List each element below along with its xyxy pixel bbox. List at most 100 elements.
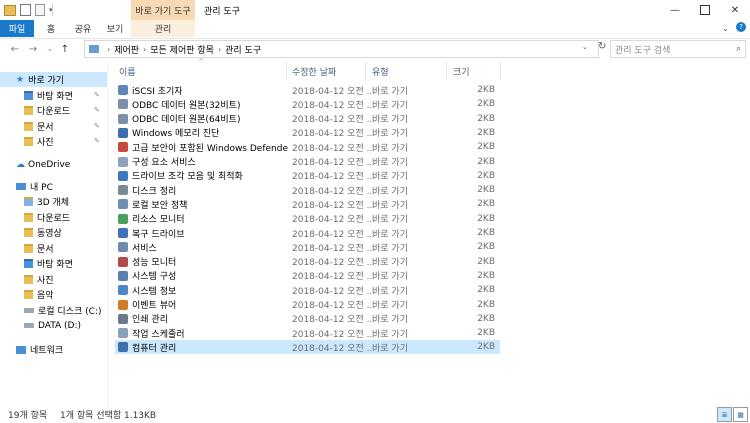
file-type: 바로 가기 — [372, 301, 408, 311]
address-bar[interactable]: › 제어판 › 모든 제어판 항목 › 관리 도구 — [84, 40, 599, 58]
file-row[interactable]: iSCSI 초기자 2018-04-12 오전 ... 바로 가기 2KB — [115, 83, 500, 97]
file-row[interactable]: 작업 스케줄러 2018-04-12 오전 ... 바로 가기 2KB — [115, 326, 500, 340]
column-header-size[interactable]: 크기 — [447, 62, 501, 80]
search-input[interactable]: 관리 도구 검색 — [615, 43, 736, 56]
nav-pc-pictures[interactable]: 사진 — [24, 272, 54, 287]
nav-quick-access[interactable]: ★ 바로 가기 — [0, 72, 107, 87]
nav-quick-pictures[interactable]: 사진 — [24, 134, 54, 149]
column-header-name[interactable]: 이름 — [116, 62, 287, 80]
breadcrumb-all-items[interactable]: 모든 제어판 항목 — [150, 43, 214, 56]
file-row[interactable]: 고급 보안이 포함된 Windows Defender ... 2018-04-1… — [115, 140, 500, 154]
file-date: 2018-04-12 오전 ... — [292, 258, 376, 269]
3d-objects-icon — [24, 197, 33, 206]
nav-network[interactable]: 네트워크 — [16, 342, 63, 357]
file-row[interactable]: 리소스 모니터 2018-04-12 오전 ... 바로 가기 2KB — [115, 212, 500, 226]
nav-pc-drive-c[interactable]: 로컬 디스크 (C:) — [24, 303, 101, 318]
shortcut-icon — [118, 256, 128, 267]
address-dropdown-icon[interactable]: ⌄ — [582, 43, 588, 51]
details-view-button[interactable]: ≣ — [717, 407, 732, 422]
nav-pc-music[interactable]: 음악 — [24, 287, 54, 302]
file-size: 2KB — [477, 228, 495, 238]
tab-manage[interactable]: 관리 — [151, 20, 175, 37]
search-box[interactable]: 관리 도구 검색 ⌕ — [610, 40, 746, 58]
drive-icon — [24, 308, 34, 313]
file-type: 바로 가기 — [372, 272, 408, 283]
pin-icon: ✎ — [94, 137, 100, 145]
file-date: 2018-04-12 오전 ... — [292, 315, 376, 326]
pin-icon: ✎ — [94, 91, 100, 99]
forward-button[interactable]: → — [26, 42, 40, 56]
nav-pc-videos[interactable]: 동영상 — [24, 225, 62, 240]
breadcrumb-admin-tools[interactable]: 관리 도구 — [225, 43, 261, 56]
file-row[interactable]: 컴퓨터 관리 2018-04-12 오전 ... 바로 가기 2KB — [115, 340, 500, 355]
file-size: 2KB — [477, 270, 495, 281]
file-type: 바로 가기 — [372, 215, 408, 226]
file-row[interactable]: ODBC 데이터 원본(32비트) 2018-04-12 오전 ... 바로 가기 2… — [115, 97, 500, 111]
nav-pc-drive-d[interactable]: DATA (D:) — [24, 318, 81, 333]
minimize-button[interactable]: — — [660, 0, 690, 20]
pane-divider[interactable] — [107, 62, 108, 406]
tab-home[interactable]: 홈 — [42, 20, 60, 37]
file-size: 2KB — [477, 156, 495, 167]
file-row[interactable]: 로컬 보안 정책 2018-04-12 오전 ... 바로 가기 2KB — [115, 197, 500, 211]
file-row[interactable]: 시스템 구성 2018-04-12 오전 ... 바로 가기 2KB — [115, 269, 500, 283]
nav-quick-desktop[interactable]: 바탕 화면 — [24, 88, 73, 103]
file-row[interactable]: 서비스 2018-04-12 오전 ... 바로 가기 2KB — [115, 240, 500, 254]
up-button[interactable]: ↑ — [58, 42, 72, 56]
explorer-icon[interactable] — [4, 4, 16, 16]
quick-access-toolbar: ▾ — [4, 4, 53, 16]
properties-icon[interactable] — [20, 4, 31, 16]
back-button[interactable]: ← — [8, 42, 22, 56]
file-size: 2KB — [477, 299, 495, 310]
file-row[interactable]: 시스템 정보 2018-04-12 오전 ... 바로 가기 2KB — [115, 283, 500, 297]
nav-quick-downloads[interactable]: 다운로드 — [24, 103, 70, 118]
nav-pc-desktop[interactable]: 바탕 화면 — [24, 256, 73, 271]
ribbon-expand-icon[interactable]: ⌄ — [722, 24, 729, 33]
tab-share[interactable]: 공유 — [72, 20, 94, 37]
tab-view[interactable]: 보기 — [104, 20, 126, 37]
download-folder-icon — [24, 106, 33, 115]
file-row[interactable]: 드라이브 조각 모음 및 최적화 2018-04-12 오전 ... 바로 가기 2K… — [115, 169, 500, 183]
nav-this-pc[interactable]: 내 PC — [16, 179, 53, 194]
large-icons-view-button[interactable]: ▦ — [733, 407, 748, 422]
file-row[interactable]: 인쇄 관리 2018-04-12 오전 ... 바로 가기 2KB — [115, 312, 500, 326]
help-icon[interactable]: ? — [736, 22, 746, 32]
file-row[interactable]: 디스크 정리 2018-04-12 오전 ... 바로 가기 2KB — [115, 183, 500, 197]
music-folder-icon — [24, 290, 33, 299]
tab-file[interactable]: 파일 — [0, 20, 34, 37]
column-header-date[interactable]: 수정한 날짜 — [287, 62, 366, 80]
file-date: 2018-04-12 오전 ... — [292, 343, 376, 354]
shortcut-icon — [118, 313, 128, 324]
nav-pc-downloads[interactable]: 다운로드 — [24, 210, 70, 225]
nav-pc-documents[interactable]: 문서 — [24, 241, 54, 256]
file-size: 2KB — [477, 170, 495, 181]
file-row[interactable]: 이벤트 뷰어 2018-04-12 오전 ... 바로 가기 2KB — [115, 298, 500, 312]
context-tab-shortcut-tools[interactable]: 바로 가기 도구 — [131, 0, 195, 20]
close-button[interactable]: ✕ — [720, 0, 750, 20]
file-name: 구성 요소 서비스 — [132, 158, 196, 168]
recent-locations-button[interactable]: ⌄ — [43, 42, 57, 56]
file-row[interactable]: Windows 메모리 진단 2018-04-12 오전 ... 바로 가기 2KB — [115, 126, 500, 140]
new-folder-icon[interactable] — [35, 4, 45, 16]
refresh-icon[interactable]: ↻ — [598, 41, 606, 52]
file-type: 바로 가기 — [372, 243, 408, 254]
file-name: 시스템 구성 — [132, 272, 177, 283]
file-row[interactable]: ODBC 데이터 원본(64비트) 2018-04-12 오전 ... 바로 가기 2… — [115, 112, 500, 126]
nav-pc-3d-objects[interactable]: 3D 개체 — [24, 194, 69, 209]
shortcut-icon — [118, 242, 128, 253]
nav-quick-documents[interactable]: 문서 — [24, 119, 54, 134]
file-name: 디스크 정리 — [132, 186, 177, 197]
file-row[interactable]: 복구 드라이브 2018-04-12 오전 ... 바로 가기 2KB — [115, 226, 500, 240]
column-header-type[interactable]: 유형 — [366, 62, 447, 80]
file-size: 2KB — [477, 213, 495, 224]
file-type: 바로 가기 — [372, 86, 408, 97]
file-row[interactable]: 구성 요소 서비스 2018-04-12 오전 ... 바로 가기 2KB — [115, 155, 500, 169]
file-row[interactable]: 성능 모니터 2018-04-12 오전 ... 바로 가기 2KB — [115, 255, 500, 269]
file-type: 바로 가기 — [372, 343, 408, 354]
breadcrumb-control-panel[interactable]: 제어판 — [114, 43, 139, 56]
title-bar — [0, 0, 750, 20]
file-date: 2018-04-12 오전 ... — [292, 172, 376, 183]
breadcrumb-separator-icon: › — [107, 44, 111, 54]
nav-onedrive[interactable]: ☁ OneDrive — [16, 157, 70, 172]
maximize-button[interactable] — [690, 0, 720, 20]
